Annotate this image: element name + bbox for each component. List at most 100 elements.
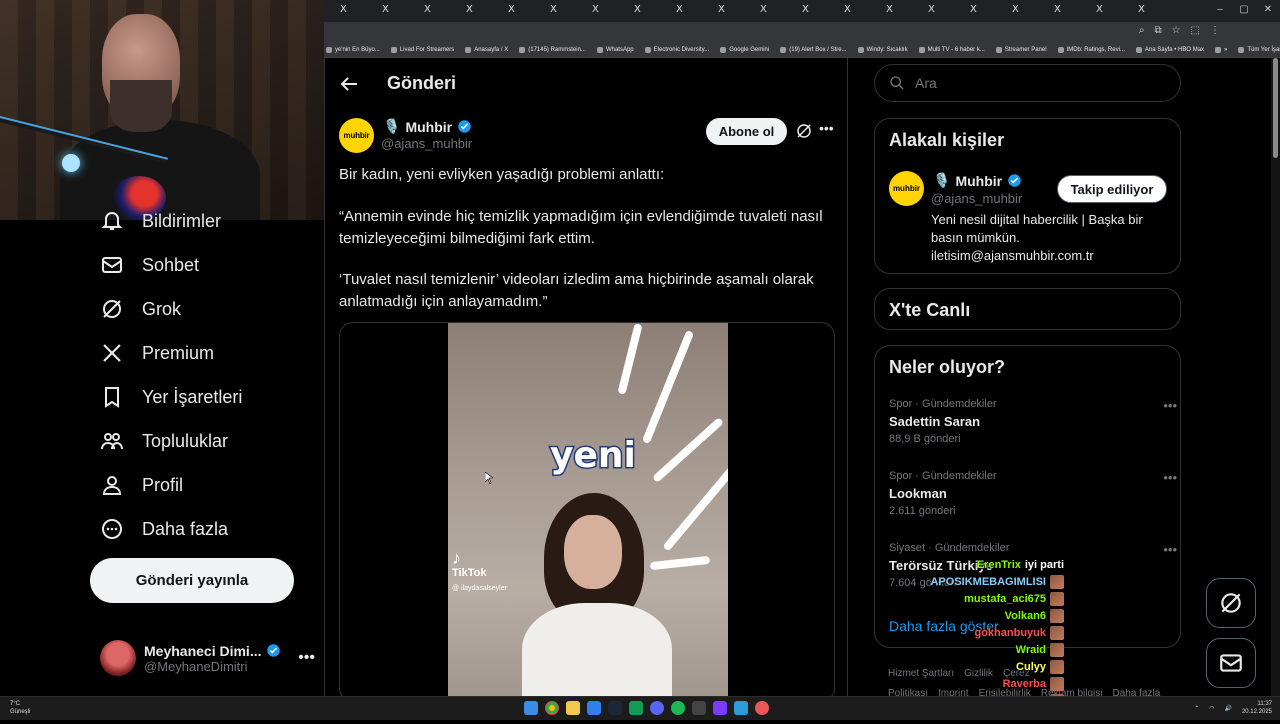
browser-tab[interactable]: X: [340, 4, 347, 15]
browser-tab[interactable]: X: [802, 4, 809, 15]
maximize-icon[interactable]: ▢: [1232, 0, 1256, 20]
tweet-author-avatar[interactable]: muhbir: [339, 118, 374, 153]
tweet-video[interactable]: yeni ♪ TikTok @ ilaydasalseyler: [339, 322, 835, 696]
browser-tab[interactable]: X: [592, 4, 599, 15]
discord-icon[interactable]: [650, 701, 664, 715]
browser-tab[interactable]: X: [928, 4, 935, 15]
post-button[interactable]: Gönderi yayınla: [90, 558, 294, 603]
zoom-icon[interactable]: ⌕: [1139, 25, 1145, 36]
clock[interactable]: 11:37 20.12.2025: [1242, 700, 1272, 716]
tray-chevron-icon[interactable]: ⌃: [1194, 705, 1199, 712]
browser-tab[interactable]: X: [844, 4, 851, 15]
back-arrow-icon[interactable]: [337, 72, 361, 96]
browser-tab[interactable]: X: [382, 4, 389, 15]
bookmark-item[interactable]: (19) Alert Box / Stre...: [780, 46, 847, 53]
browser-tab[interactable]: X: [508, 4, 515, 15]
related-handle[interactable]: @ajans_muhbir: [931, 191, 1022, 206]
browser-tab[interactable]: X: [970, 4, 977, 15]
trend-more-icon[interactable]: •••: [1163, 542, 1177, 557]
bookmark-item[interactable]: Google Gemini: [720, 46, 769, 53]
chrome-icon[interactable]: [545, 701, 559, 715]
nav-communities[interactable]: Topluluklar: [100, 426, 228, 456]
nav-bookmarks[interactable]: Yer İşaretleri: [100, 382, 242, 412]
star-icon[interactable]: ☆: [1172, 25, 1181, 36]
chat-username: gokhanbuyuk: [974, 626, 1046, 639]
weather-widget[interactable]: 7°C Güneşli: [10, 700, 30, 716]
page-scrollbar[interactable]: [1271, 58, 1280, 696]
close-window-icon[interactable]: ✕: [1256, 0, 1280, 20]
wifi-icon[interactable]: ◠: [1209, 705, 1214, 712]
browser-tab[interactable]: X: [634, 4, 641, 15]
tweet-more-icon[interactable]: •••: [819, 120, 834, 136]
bookmark-item[interactable]: Multi TV - 6 haber k...: [918, 46, 985, 53]
browser-tab[interactable]: X: [886, 4, 893, 15]
app-icon[interactable]: [713, 701, 727, 715]
tweet-author-handle[interactable]: @ajans_muhbir: [381, 136, 472, 151]
bookmark-item[interactable]: Anasayfa / X: [465, 46, 508, 53]
trend-more-icon[interactable]: •••: [1163, 470, 1177, 485]
minimize-icon[interactable]: –: [1208, 0, 1232, 20]
account-switcher[interactable]: Meyhaneci Dimi... @MeyhaneDimitri •••: [100, 636, 315, 680]
video-frame[interactable]: yeni ♪ TikTok @ ilaydasalseyler: [448, 323, 728, 696]
bookmark-item[interactable]: Streamer Panel: [995, 46, 1047, 53]
messages-fab-button[interactable]: [1206, 638, 1256, 688]
bookmark-item[interactable]: Livad For Streamers: [390, 46, 454, 53]
bookmark-item[interactable]: WhatsApp: [596, 46, 634, 53]
bookmark-item[interactable]: Windy: Sıcaklık: [857, 46, 908, 53]
extensions-icon[interactable]: ⬚: [1191, 25, 1200, 36]
browser-tab[interactable]: X: [760, 4, 767, 15]
grok-icon[interactable]: [795, 122, 813, 140]
trend-item[interactable]: Spor · Gündemdekiler Sadettin Saran 88,9…: [889, 398, 1179, 445]
spotify-icon[interactable]: [671, 701, 685, 715]
bookmark-item[interactable]: IMDb: Ratings, Revi...: [1057, 46, 1125, 53]
volume-icon[interactable]: 🔊: [1224, 705, 1231, 712]
trend-item[interactable]: Spor · Gündemdekiler Lookman 2.611 gönde…: [889, 470, 1179, 517]
browser-tab[interactable]: X: [1012, 4, 1019, 15]
nav-messages-label: Sohbet: [142, 254, 200, 275]
nav-premium[interactable]: Premium: [100, 338, 214, 368]
address-bar[interactable]: ⌕ ⧉ ☆ ⬚ ⋮: [324, 22, 1280, 42]
tweet-author-name[interactable]: 🎙️ Muhbir: [383, 118, 472, 135]
app-icon[interactable]: [629, 701, 643, 715]
steam-icon[interactable]: [608, 701, 622, 715]
nav-messages[interactable]: Sohbet: [100, 250, 199, 280]
following-button[interactable]: Takip ediliyor: [1057, 175, 1167, 203]
trend-more-icon[interactable]: •••: [1163, 398, 1177, 413]
search-input[interactable]: [915, 75, 1155, 91]
obs-icon[interactable]: [755, 701, 769, 715]
bookmark-item[interactable]: ye'nin En Büyo...: [326, 46, 380, 53]
folder-icon[interactable]: [566, 701, 580, 715]
nav-notifications[interactable]: Bildirimler: [100, 206, 221, 236]
x-live-panel[interactable]: X'te Canlı: [874, 288, 1181, 330]
install-icon[interactable]: ⧉: [1154, 25, 1161, 36]
browser-tab[interactable]: X: [550, 4, 557, 15]
account-more-icon[interactable]: •••: [298, 649, 315, 667]
browser-tab[interactable]: X: [424, 4, 431, 15]
browser-tab[interactable]: X: [676, 4, 683, 15]
chat-message: Raverba: [924, 675, 1064, 692]
bookmark-item[interactable]: Electronic Diversity...: [644, 46, 709, 53]
bookmark-item[interactable]: »: [1215, 46, 1227, 53]
related-name[interactable]: 🎙️ Muhbir: [933, 172, 1022, 189]
start-icon[interactable]: [524, 701, 538, 715]
bookmark-item[interactable]: Tüm Yer İşaretleri: [1238, 46, 1280, 53]
search-box[interactable]: [874, 64, 1181, 102]
nav-grok[interactable]: Grok: [100, 294, 181, 324]
app-icon[interactable]: [734, 701, 748, 715]
browser-tab[interactable]: X: [718, 4, 725, 15]
browser-tab[interactable]: X: [466, 4, 473, 15]
app-icon[interactable]: [692, 701, 706, 715]
browser-tab[interactable]: X: [1096, 4, 1103, 15]
grok-fab-button[interactable]: [1206, 578, 1256, 628]
nav-more[interactable]: Daha fazla: [100, 514, 228, 544]
nav-profile[interactable]: Profil: [100, 470, 183, 500]
browser-tab[interactable]: X: [1138, 4, 1145, 15]
bookmark-item[interactable]: (17145) Rammstein...: [519, 46, 586, 53]
bookmark-item[interactable]: Ana Sayfa • HBO Max: [1135, 46, 1204, 53]
menu-icon[interactable]: ⋮: [1210, 25, 1220, 36]
related-avatar[interactable]: muhbir: [889, 171, 924, 206]
browser-tab[interactable]: X: [1054, 4, 1061, 15]
app-icon[interactable]: [587, 701, 601, 715]
subscribe-button[interactable]: Abone ol: [706, 118, 787, 145]
scroll-thumb[interactable]: [1273, 58, 1278, 158]
